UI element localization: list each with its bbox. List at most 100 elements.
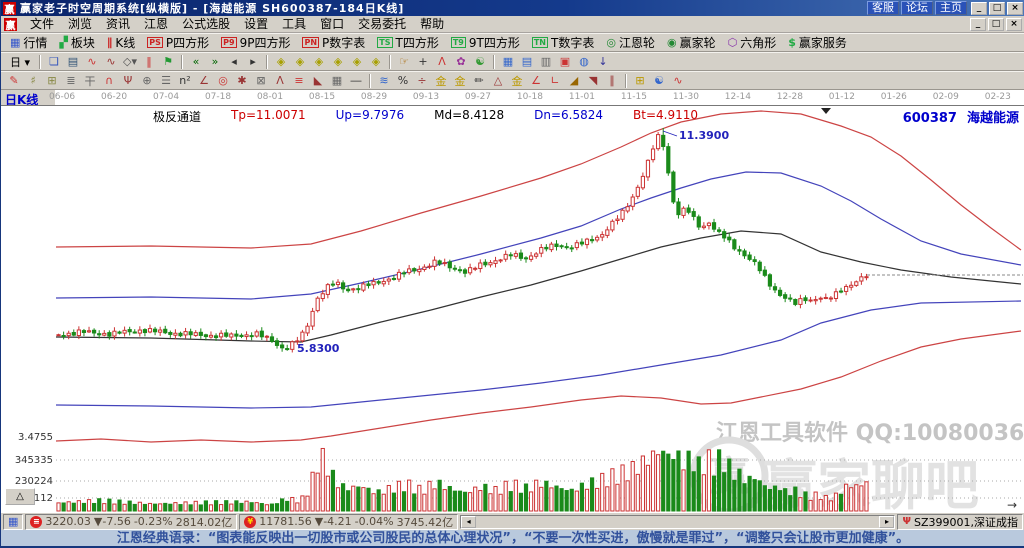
t-square-button[interactable]: TST四方形 <box>372 34 444 51</box>
draw-levels-icon[interactable]: ≣ <box>62 73 80 89</box>
draw-circle-cross-icon[interactable]: ⊕ <box>138 73 156 89</box>
diamond-right-icon[interactable]: ◈ <box>291 54 309 70</box>
draw-percent2-icon[interactable]: ÷ <box>413 73 431 89</box>
calendar-icon[interactable]: ▦ <box>499 54 517 70</box>
draw-percent-icon[interactable]: % <box>394 73 412 89</box>
titlebar-link-2[interactable]: 主页 <box>935 1 967 15</box>
wave-icon[interactable]: ∿ <box>102 54 120 70</box>
draw-box-icon[interactable]: ⊠ <box>252 73 270 89</box>
trend-mark-icon[interactable]: Λ <box>433 54 451 70</box>
draw-ratio-icon[interactable]: ≋ <box>375 73 393 89</box>
shanghai-index-panel[interactable]: ≡ 3220.03 ▼-7.56 -0.23% 2814.02亿 <box>25 514 237 530</box>
draw-ruler-icon[interactable]: ♯ <box>24 73 42 89</box>
calculator-icon[interactable]: ▤ <box>518 54 536 70</box>
scroll-left-icon[interactable]: ◂ <box>461 516 476 528</box>
p-table-button[interactable]: PNP数字表 <box>297 34 370 51</box>
draw-angle2-icon[interactable]: ∟ <box>546 73 564 89</box>
cycle-tool-icon[interactable]: ☯ <box>471 54 489 70</box>
menu-item-江恩[interactable]: 江恩 <box>137 16 175 32</box>
next-bar-icon[interactable]: ▸ <box>244 54 262 70</box>
last-bar-icon[interactable]: » <box>206 54 224 70</box>
download-icon[interactable]: ↓ <box>594 54 612 70</box>
draw-angle-icon[interactable]: ∠ <box>195 73 213 89</box>
kline-style-icon[interactable]: ‖ <box>140 54 158 70</box>
draw-target-icon[interactable]: ◎ <box>214 73 232 89</box>
diamond-expand-icon[interactable]: ◈ <box>310 54 328 70</box>
period-selector[interactable]: 日 ▾ <box>5 54 35 70</box>
draw-gold2-icon[interactable]: 金 <box>451 73 469 89</box>
gann-tool-icon[interactable]: ✿ <box>452 54 470 70</box>
titlebar-link-0[interactable]: 客服 <box>867 1 899 15</box>
small-wave-icon[interactable]: ∿ <box>83 54 101 70</box>
draw-pitchfork-icon[interactable]: Ψ <box>119 73 137 89</box>
draw-angle3-icon[interactable]: ◢ <box>565 73 583 89</box>
web-search-icon[interactable]: ◍ <box>575 54 593 70</box>
menu-item-窗口[interactable]: 窗口 <box>313 16 351 32</box>
hexagon-button[interactable]: ⬡六角形 <box>723 34 782 51</box>
menu-item-帮助[interactable]: 帮助 <box>413 16 451 32</box>
notebook-icon[interactable]: ▥ <box>537 54 555 70</box>
first-bar-icon[interactable]: « <box>187 54 205 70</box>
winner-wheel-button[interactable]: ◉赢家轮 <box>662 34 721 51</box>
doc-minimize-button[interactable]: _ <box>970 18 986 31</box>
kline-button[interactable]: ∥K线 <box>102 34 140 51</box>
draw-gold3-icon[interactable]: 金 <box>508 73 526 89</box>
draw-arc-icon[interactable]: ∩ <box>100 73 118 89</box>
draw-channel-icon[interactable]: ∥ <box>603 73 621 89</box>
kline-chart[interactable]: 江恩工具软件 QQ:100800360赢赢家聊吧3.47553453352302… <box>1 106 1024 512</box>
quotes-button[interactable]: ▦行情 <box>5 34 52 51</box>
doc-restore-button[interactable]: □ <box>988 18 1004 31</box>
menu-item-文件[interactable]: 文件 <box>23 16 61 32</box>
diamond-center-icon[interactable]: ◈ <box>348 54 366 70</box>
draw-grid2-icon[interactable]: ▦ <box>328 73 346 89</box>
diamond-left-icon[interactable]: ◈ <box>272 54 290 70</box>
tile-windows-icon[interactable]: ❏ <box>45 54 63 70</box>
draw-n2-icon[interactable]: n² <box>176 73 194 89</box>
current-symbol-panel[interactable]: Ψ SZ399001,深证成指 <box>897 514 1023 530</box>
draw-triangle-icon[interactable]: △ <box>489 73 507 89</box>
app-restore-button[interactable]: □ <box>989 2 1005 15</box>
marker-style-icon[interactable]: ◇▾ <box>121 54 139 70</box>
t-table-button[interactable]: TNT数字表 <box>527 34 600 51</box>
doc-close-button[interactable]: × <box>1006 18 1022 31</box>
titlebar-link-1[interactable]: 论坛 <box>901 1 933 15</box>
menu-item-设置[interactable]: 设置 <box>237 16 275 32</box>
hand-pan-icon[interactable]: ☞ <box>395 54 413 70</box>
sectors-button[interactable]: ▞板块 <box>54 34 99 51</box>
draw-tline-icon[interactable]: 干 <box>81 73 99 89</box>
draw-speed-icon[interactable]: ◥ <box>584 73 602 89</box>
draw-grid-icon[interactable]: ⊞ <box>43 73 61 89</box>
menu-item-资讯[interactable]: 资讯 <box>99 16 137 32</box>
scroll-right-icon[interactable]: ▸ <box>879 516 894 528</box>
save-icon[interactable]: ▣ <box>556 54 574 70</box>
diamond-compress-icon[interactable]: ◈ <box>329 54 347 70</box>
flag-icon[interactable]: ⚑ <box>159 54 177 70</box>
p9-square-button[interactable]: P99P四方形 <box>216 34 295 51</box>
draw-bars-icon[interactable]: ☰ <box>157 73 175 89</box>
draw-peak-icon[interactable]: Λ <box>271 73 289 89</box>
quote-page-icon[interactable]: ▤ <box>64 54 82 70</box>
shenzhen-index-panel[interactable]: ¥ 11781.56 ▼-4.21 -0.04% 3745.42亿 <box>239 514 458 530</box>
draw-hline-icon[interactable]: ― <box>347 73 365 89</box>
crosshair-icon[interactable]: + <box>414 54 432 70</box>
draw-wave2-icon[interactable]: ∿ <box>669 73 687 89</box>
menu-item-工具[interactable]: 工具 <box>275 16 313 32</box>
diamond-all-icon[interactable]: ◈ <box>367 54 385 70</box>
winner-service-button[interactable]: $赢家服务 <box>783 34 852 51</box>
draw-star-icon[interactable]: ✱ <box>233 73 251 89</box>
draw-fib-icon[interactable]: ≡ <box>290 73 308 89</box>
menu-item-公式选股[interactable]: 公式选股 <box>175 16 237 32</box>
menu-item-交易委托[interactable]: 交易委托 <box>351 16 413 32</box>
menu-item-浏览[interactable]: 浏览 <box>61 16 99 32</box>
market-grid-button[interactable]: ▦ <box>3 514 23 530</box>
draw-fan-icon[interactable]: ◣ <box>309 73 327 89</box>
chart-scroll-right-icon[interactable]: → <box>1007 498 1017 512</box>
draw-pen-icon[interactable]: ✎ <box>5 73 23 89</box>
prev-bar-icon[interactable]: ◂ <box>225 54 243 70</box>
p-square-button[interactable]: PSP四方形 <box>142 34 214 51</box>
app-close-button[interactable]: × <box>1007 2 1023 15</box>
draw-brush-icon[interactable]: ✏ <box>470 73 488 89</box>
draw-taichi-icon[interactable]: ☯ <box>650 73 668 89</box>
draw-gold-icon[interactable]: 金 <box>432 73 450 89</box>
app-minimize-button[interactable]: _ <box>971 2 987 15</box>
